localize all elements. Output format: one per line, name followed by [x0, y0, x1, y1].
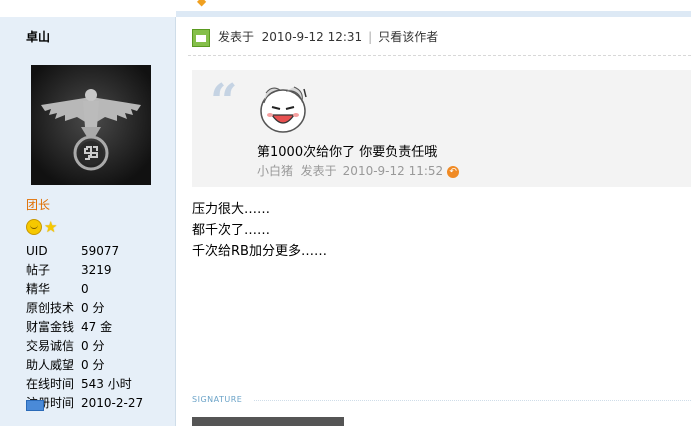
signature-label: SIGNATURE [192, 395, 243, 404]
post-status-icon [192, 28, 210, 47]
stat-label: 精华 [26, 282, 51, 296]
header-separator: | [368, 30, 373, 44]
medal-row: ★ [26, 219, 57, 235]
stat-prestige: 助人威望 0 分 [26, 356, 143, 375]
stat-label: 原创技术 [26, 301, 75, 315]
stat-posts: 帖子 3219 [26, 261, 143, 280]
quote-text: 第1000次给你了 你要负责任哦 [257, 145, 438, 160]
signature-image [192, 417, 344, 426]
smiley-medal-icon [26, 219, 42, 235]
stat-digest: 精华 0 [26, 280, 143, 299]
stat-label: 财富金钱 [26, 320, 75, 334]
stat-tech: 原创技术 0 分 [26, 299, 143, 318]
quote-mark-icon: “ [210, 74, 238, 130]
stat-value: 0 分 [81, 301, 105, 315]
stat-label: 在线时间 [26, 377, 75, 391]
stat-label: 助人威望 [26, 358, 75, 372]
posted-label: 发表于 [218, 30, 255, 44]
reply-arrow-icon[interactable]: ◆ [197, 0, 206, 8]
author-rank: 团长 [26, 198, 51, 212]
post-body: 压力很大…… 都千次了…… 千次给RB加分更多…… [192, 199, 327, 262]
stat-value: 2010-2-27 [81, 396, 144, 410]
author-sidebar: 卓山 团长 ★ UID 59077 帖子 3219 精华 0 原创技术 0 分 … [0, 17, 176, 426]
flag-icon [26, 400, 44, 411]
stat-value: 0 [81, 282, 89, 296]
stat-value: 543 小时 [81, 377, 132, 391]
author-name[interactable]: 卓山 [26, 28, 50, 45]
post-body-line: 压力很大…… [192, 202, 271, 217]
emoticon-image [258, 83, 308, 135]
avatar[interactable] [31, 65, 151, 185]
stat-value: 0 分 [81, 339, 105, 353]
quote-block: “ 第1000次给你了 你要负责任哦 小白猪 发表于 2010-9-12 11:5… [192, 70, 691, 187]
stat-value: 3219 [81, 263, 112, 277]
stat-online-time: 在线时间 543 小时 [26, 375, 143, 394]
post-body-line: 都千次了…… [192, 223, 271, 238]
header-divider [188, 55, 691, 56]
author-stats: UID 59077 帖子 3219 精华 0 原创技术 0 分 财富金钱 47 金 交易诚… [26, 242, 143, 413]
post-body-line: 千次给RB加分更多…… [192, 244, 327, 259]
stat-value: 47 金 [81, 320, 113, 334]
star-icon: ★ [44, 218, 58, 236]
signature-divider [254, 400, 691, 401]
stat-label: 帖子 [26, 263, 51, 277]
only-author-link[interactable]: 只看该作者 [378, 30, 438, 44]
stat-value: 59077 [81, 244, 120, 258]
stat-label: 交易诚信 [26, 339, 75, 353]
quote-author[interactable]: 小白猪 [257, 164, 293, 178]
jump-to-post-icon[interactable]: ↶ [447, 165, 460, 178]
stat-uid: UID 59077 [26, 242, 143, 261]
stat-trust: 交易诚信 0 分 [26, 337, 143, 356]
quote-time: 2010-9-12 11:52 [342, 164, 444, 178]
stat-value: 0 分 [81, 358, 105, 372]
post-header: 发表于 2010-9-12 12:31 | 只看该作者 [192, 28, 438, 47]
posted-time: 2010-9-12 12:31 [261, 30, 363, 44]
quote-posted-label: 发表于 [300, 164, 337, 178]
stat-money: 财富金钱 47 金 [26, 318, 143, 337]
quote-meta: 小白猪 发表于 2010-9-12 11:52 ↶ [257, 162, 460, 179]
post-content-area: 发表于 2010-9-12 12:31 | 只看该作者 “ 第1000次给你了 你要… [176, 17, 691, 426]
stat-label: UID [26, 244, 48, 258]
